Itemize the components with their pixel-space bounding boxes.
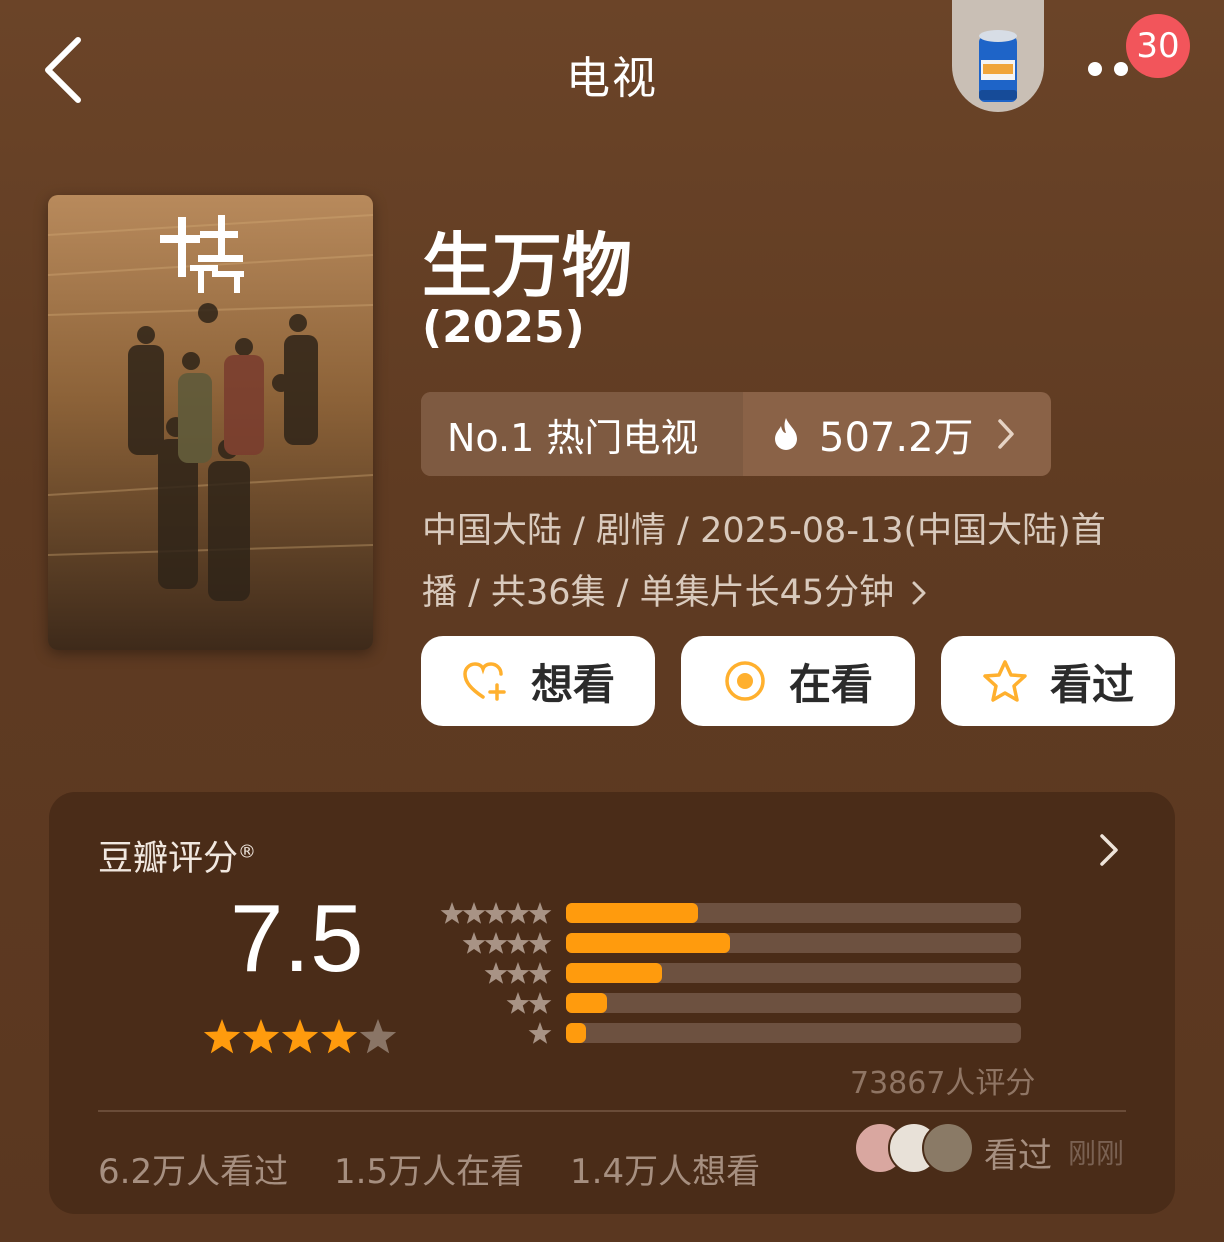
target-circle-icon — [725, 661, 765, 701]
vote-count: 73867人评分 — [850, 1066, 1036, 1101]
score-stars — [202, 1016, 402, 1064]
distribution-bar-fill — [566, 903, 698, 923]
small-star-icon — [528, 932, 552, 954]
small-star-icon — [506, 932, 530, 954]
small-star-icon — [528, 962, 552, 984]
chevron-right-icon — [912, 581, 926, 605]
distribution-bar-fill — [566, 933, 730, 953]
distribution-stars — [430, 1021, 552, 1051]
distribution-stars — [430, 901, 552, 931]
small-star-icon — [484, 932, 508, 954]
watching-label: 在看 — [788, 659, 873, 709]
want-label: 想看 — [530, 659, 615, 709]
watched-button[interactable]: 看过 — [941, 636, 1175, 726]
fire-icon — [775, 418, 797, 450]
star-outline-icon — [983, 660, 1027, 702]
watching-count[interactable]: 1.5万人在看 — [334, 1144, 524, 1193]
rating-details-button[interactable] — [1092, 830, 1126, 870]
distribution-bar — [566, 963, 1021, 983]
distribution-bar — [566, 993, 1021, 1013]
watched-count[interactable]: 6.2万人看过 — [98, 1144, 288, 1193]
heart-plus-icon — [463, 662, 506, 701]
notification-badge: 30 — [1126, 14, 1190, 78]
star-empty-icon — [359, 1019, 397, 1054]
small-star-icon — [528, 902, 552, 924]
meta-line: 播 / 共36集 / 单集片长45分钟 — [422, 573, 895, 613]
distribution-bar-fill — [566, 993, 607, 1013]
star-filled-icon — [320, 1019, 358, 1054]
chevron-right-icon — [997, 419, 1014, 449]
rank-label: No.1 热门电视 — [421, 392, 743, 476]
small-star-icon — [528, 992, 552, 1014]
small-star-icon — [506, 992, 530, 1014]
heat-section: 507.2万 — [743, 392, 1051, 476]
small-star-icon — [462, 902, 486, 924]
star-filled-icon — [203, 1019, 241, 1054]
avatar — [922, 1122, 974, 1174]
rating-score: 7.5 — [230, 885, 364, 992]
distribution-stars — [430, 991, 552, 1021]
recent-activity-action: 看过 — [984, 1136, 1052, 1176]
recent-avatars[interactable] — [854, 1122, 974, 1174]
rating-label: 豆瓣评分® — [98, 830, 256, 881]
meta-line: 中国大陆 / 剧情 / 2025-08-13(中国大陆)首 — [422, 511, 1106, 551]
distribution-stars — [430, 961, 552, 991]
distribution-bar-fill — [566, 963, 662, 983]
distribution-bar — [566, 903, 1021, 923]
beer-can-icon[interactable] — [952, 0, 1044, 112]
small-star-icon — [440, 902, 464, 924]
poster-image[interactable] — [48, 195, 373, 650]
distribution-bar — [566, 1023, 1021, 1043]
chevron-right-icon — [1100, 834, 1118, 866]
heat-value: 507.2万 — [819, 415, 974, 461]
more-dot-icon — [1114, 62, 1128, 76]
movie-year: (2025) — [422, 302, 585, 353]
registered-mark: ® — [238, 841, 257, 863]
star-filled-icon — [242, 1019, 280, 1054]
distribution-bar-fill — [566, 1023, 587, 1043]
movie-meta[interactable]: 中国大陆 / 剧情 / 2025-08-13(中国大陆)首 播 / 共36集 /… — [422, 500, 1142, 624]
divider — [98, 1110, 1126, 1112]
rating-label-text: 豆瓣评分 — [98, 839, 239, 879]
want-count[interactable]: 1.4万人想看 — [570, 1144, 760, 1193]
small-star-icon — [506, 902, 530, 924]
watching-button[interactable]: 在看 — [681, 636, 915, 726]
watched-label: 看过 — [1049, 659, 1134, 709]
want-to-watch-button[interactable]: 想看 — [421, 636, 655, 726]
small-star-icon — [528, 1022, 552, 1044]
small-star-icon — [506, 962, 530, 984]
distribution-bar — [566, 933, 1021, 953]
recent-activity-time: 刚刚 — [1068, 1137, 1125, 1170]
ranking-pill[interactable]: No.1 热门电视 507.2万 — [421, 392, 1051, 476]
more-dot-icon — [1088, 62, 1102, 76]
distribution-stars — [430, 931, 552, 961]
star-filled-icon — [281, 1019, 319, 1054]
small-star-icon — [484, 902, 508, 924]
movie-title: 生万物 — [422, 225, 632, 307]
small-star-icon — [484, 962, 508, 984]
small-star-icon — [462, 932, 486, 954]
more-options-button[interactable] — [1084, 58, 1134, 82]
